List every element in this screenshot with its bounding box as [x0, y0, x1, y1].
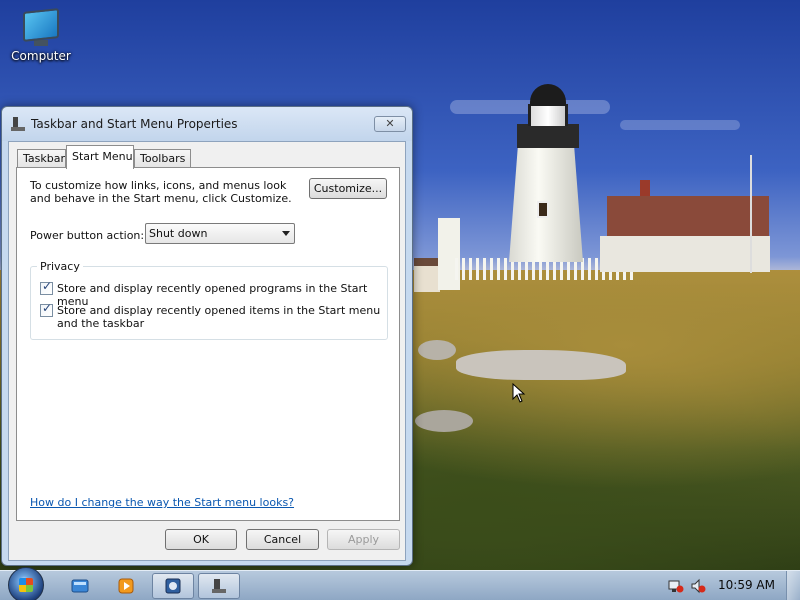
lighthouse-cap	[530, 84, 566, 106]
lighthouse-gallery	[517, 124, 579, 148]
taskbar-properties-icon	[11, 117, 25, 131]
tab-taskbar[interactable]: Taskbar	[17, 149, 66, 168]
dialog-body: Taskbar Start Menu Toolbars To customize…	[8, 141, 406, 561]
ok-button[interactable]: OK	[165, 529, 237, 550]
system-clock[interactable]: 10:59 AM	[718, 578, 775, 592]
tab-start-menu[interactable]: Start Menu	[66, 145, 134, 169]
privacy-group-title: Privacy	[37, 260, 83, 273]
taskbar-internet-explorer[interactable]	[62, 573, 98, 599]
dialog-title: Taskbar and Start Menu Properties	[31, 117, 238, 131]
internet-explorer-icon	[71, 579, 89, 593]
show-desktop-button[interactable]	[786, 571, 800, 600]
chevron-down-icon	[282, 231, 290, 236]
mouse-cursor-icon	[512, 383, 526, 403]
start-menu-help-link[interactable]: How do I change the way the Start menu l…	[30, 496, 294, 509]
windows-orb-icon[interactable]	[8, 567, 44, 600]
volume-muted-icon[interactable]	[690, 578, 706, 594]
taskbar-window-taskbar-properties[interactable]	[198, 573, 240, 599]
lighthouse-lamp	[528, 104, 568, 126]
checkmark-icon: ✓	[42, 301, 53, 315]
rock	[456, 350, 626, 380]
rock	[415, 410, 473, 432]
power-button-action-label: Power button action:	[30, 229, 145, 242]
taskbar-window-control-panel[interactable]	[152, 573, 194, 599]
tab-toolbars[interactable]: Toolbars	[134, 149, 191, 168]
desktop-icon-computer[interactable]: Computer	[6, 8, 76, 63]
start-menu-tab-panel: To customize how links, icons, and menus…	[16, 167, 400, 521]
taskbar-properties-app-icon	[212, 579, 226, 593]
windows-logo-icon	[19, 578, 33, 592]
house-roof	[607, 196, 769, 236]
recent-programs-checkbox[interactable]: ✓	[40, 279, 53, 295]
taskbar: 10:59 AM	[0, 567, 800, 600]
apply-button[interactable]: Apply	[327, 529, 400, 550]
title-bar[interactable]: Taskbar and Start Menu Properties ✕	[2, 107, 412, 141]
flagpole	[750, 155, 752, 273]
intro-text: To customize how links, icons, and menus…	[30, 179, 292, 205]
close-button[interactable]: ✕	[374, 116, 406, 132]
recent-items-label: Store and display recently opened items …	[57, 304, 381, 330]
recent-items-checkbox[interactable]: ✓	[40, 301, 53, 317]
taskbar-media-player[interactable]	[108, 573, 144, 599]
computer-icon	[23, 8, 59, 42]
cancel-button[interactable]: Cancel	[246, 529, 319, 550]
small-house	[414, 258, 440, 292]
media-player-icon	[118, 578, 134, 594]
lighthouse-window	[537, 201, 549, 218]
cloud	[620, 120, 740, 130]
desktop-icon-label: Computer	[11, 49, 71, 63]
rock	[418, 340, 456, 360]
computer-icon-stand	[34, 40, 48, 46]
taskbar-start-menu-properties-dialog: Taskbar and Start Menu Properties ✕ Task…	[1, 106, 413, 566]
power-button-action-value: Shut down	[149, 227, 208, 240]
power-button-action-select[interactable]: Shut down	[145, 223, 295, 244]
control-panel-app-icon	[165, 578, 181, 594]
customize-button[interactable]: Customize...	[309, 178, 387, 199]
network-icon[interactable]	[668, 578, 684, 594]
house-body	[600, 236, 770, 272]
checkmark-icon: ✓	[42, 279, 53, 293]
